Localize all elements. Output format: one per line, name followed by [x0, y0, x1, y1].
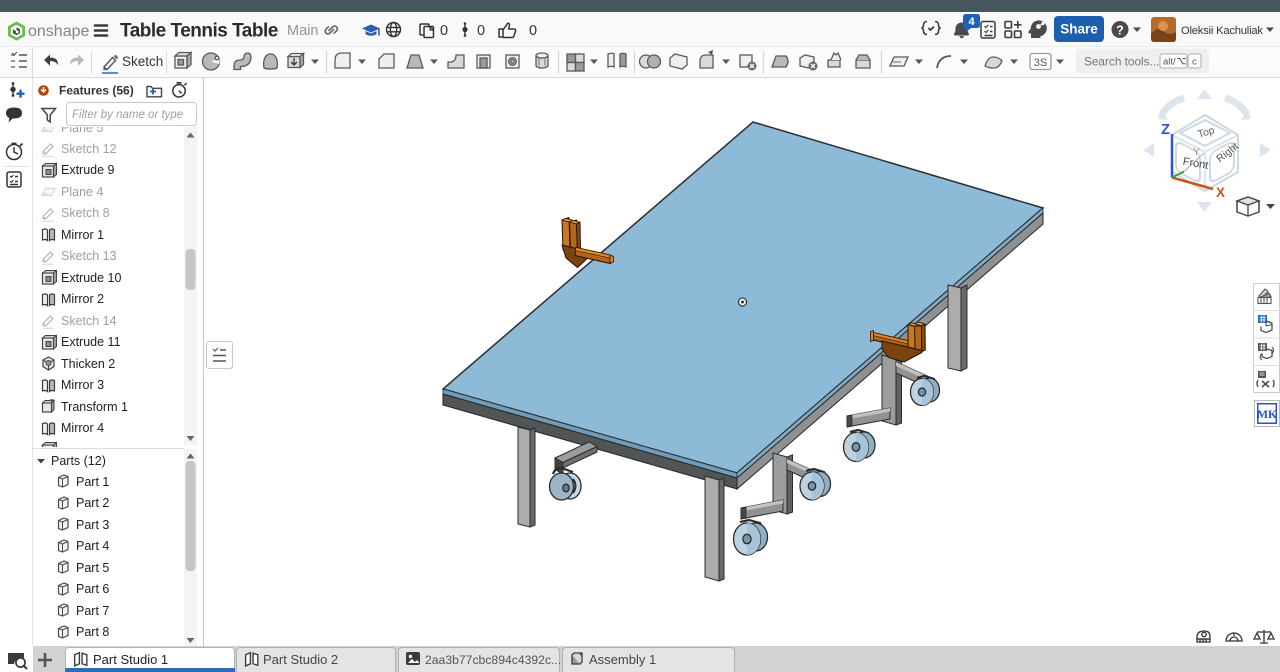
svg-text:Top: Top	[1196, 124, 1216, 140]
svg-text:?: ?	[1116, 24, 1124, 38]
svg-text:0: 0	[529, 23, 537, 39]
svg-text:Table Tennis Table: Table Tennis Table	[120, 21, 278, 42]
svg-text:MK: MK	[1257, 409, 1277, 421]
svg-text:X: X	[1216, 185, 1225, 200]
svg-text:Sketch: Sketch	[122, 54, 163, 69]
svg-text:alt/: alt/	[1163, 57, 1176, 68]
svg-text:4: 4	[968, 16, 975, 28]
svg-text:c: c	[1192, 57, 1197, 68]
svg-text:Main: Main	[287, 23, 318, 39]
svg-text:0: 0	[477, 23, 485, 39]
svg-text:Y: Y	[1193, 146, 1200, 158]
svg-text:Features (56): Features (56)	[59, 84, 134, 98]
svg-text:Share: Share	[1060, 22, 1098, 37]
svg-text:onshape: onshape	[28, 23, 89, 40]
svg-text:0: 0	[440, 23, 448, 39]
svg-text:Oleksii Kachuliak: Oleksii Kachuliak	[1181, 25, 1263, 37]
svg-text:3S: 3S	[1034, 57, 1047, 69]
svg-text:Search tools...: Search tools...	[1084, 55, 1159, 69]
svg-text:Filter by name or type: Filter by name or type	[72, 109, 183, 121]
svg-text:Z: Z	[1161, 122, 1170, 138]
